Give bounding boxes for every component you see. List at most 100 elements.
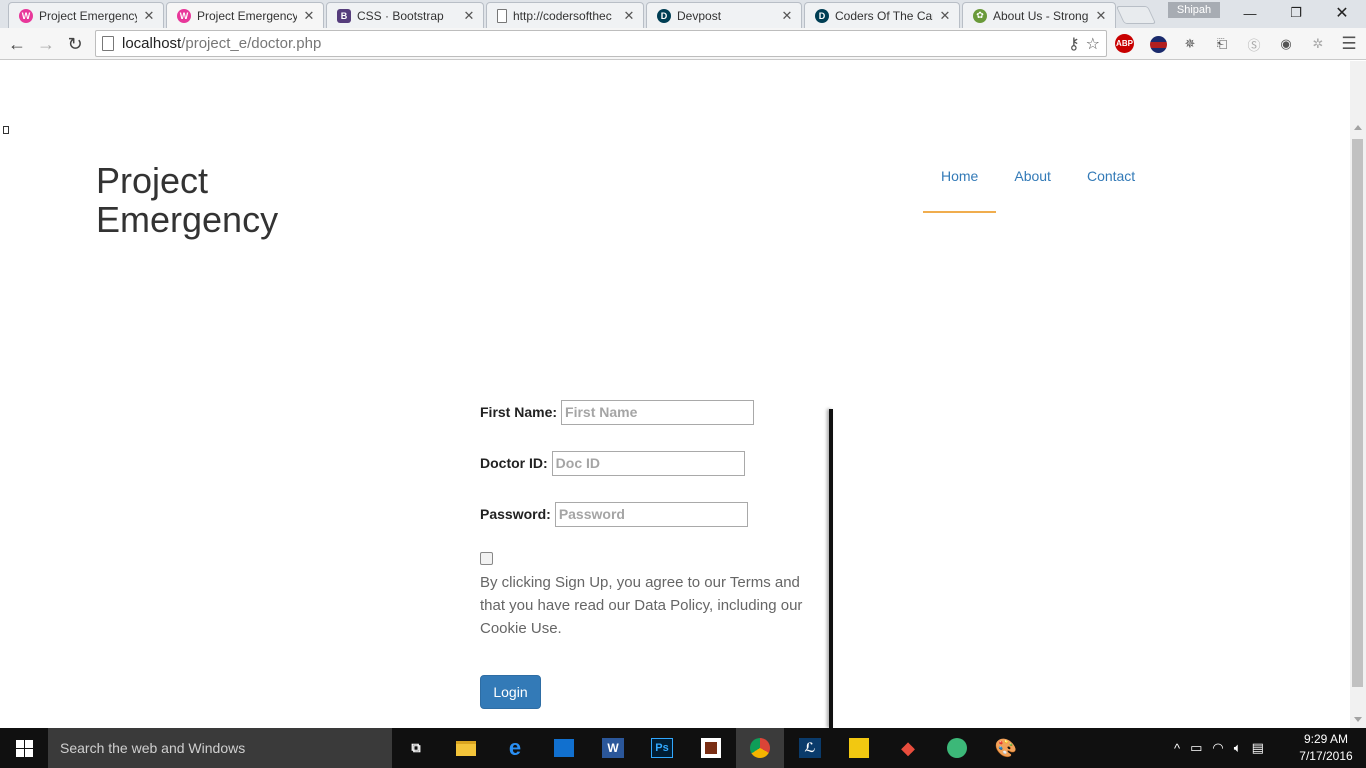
password-row: Password: bbox=[480, 501, 830, 527]
terms-text: By clicking Sign Up, you agree to our Te… bbox=[480, 574, 803, 637]
flag-extension-icon[interactable] bbox=[1147, 33, 1169, 55]
profile-badge[interactable]: Shipah bbox=[1168, 2, 1220, 18]
browser-tab[interactable]: D Coders Of The Carib ✕ bbox=[804, 2, 960, 28]
bootstrap-favicon-icon: B bbox=[337, 8, 351, 23]
password-input[interactable] bbox=[554, 501, 748, 527]
first-name-label: First Name: bbox=[480, 404, 558, 420]
edge-icon[interactable]: e bbox=[501, 734, 529, 762]
taskbar-clock[interactable]: 9:29 AM 7/17/2016 bbox=[1296, 731, 1356, 765]
browser-tab[interactable]: D Devpost ✕ bbox=[646, 2, 802, 28]
taskbar-search[interactable]: Search the web and Windows bbox=[48, 728, 392, 768]
site-brand[interactable]: Project Emergency bbox=[96, 161, 316, 239]
browser-tab[interactable]: ✿ About Us - Strong ✕ bbox=[962, 2, 1116, 28]
close-tab-icon[interactable]: ✕ bbox=[623, 8, 635, 24]
brand-line-2: Emergency bbox=[96, 199, 279, 240]
adblock-plus-icon[interactable]: ABP bbox=[1115, 34, 1134, 53]
lightbulb-extension-icon[interactable]: ⎗ bbox=[1211, 33, 1233, 55]
nav-link-contact[interactable]: Contact bbox=[1069, 161, 1153, 213]
wamp-favicon-icon: W bbox=[19, 8, 33, 23]
clock-time: 9:29 AM bbox=[1303, 732, 1349, 746]
page-scrollbar[interactable] bbox=[1350, 61, 1366, 728]
close-tab-icon[interactable]: ✕ bbox=[143, 8, 155, 24]
key-icon[interactable]: ⚷ bbox=[1068, 34, 1080, 54]
app-icon[interactable]: ℒ bbox=[796, 734, 824, 762]
notifications-icon[interactable]: ▤ bbox=[1252, 740, 1264, 756]
tab-title: CSS · Bootstrap bbox=[357, 8, 444, 23]
tab-title: http://codersofthec bbox=[513, 8, 612, 23]
tab-title: About Us - Strong bbox=[993, 8, 1089, 23]
browser-toolbar: ← → ↻ localhost/project_e/doctor.php ⚷ ☆… bbox=[0, 28, 1366, 60]
paint-app-icon[interactable]: 🎨 bbox=[992, 734, 1020, 762]
page-favicon-icon bbox=[497, 8, 507, 23]
volume-icon[interactable]: 🔈︎ bbox=[1234, 740, 1242, 756]
puzzle-extension-icon[interactable]: ✲ bbox=[1307, 33, 1329, 55]
login-button[interactable]: Login bbox=[480, 675, 541, 709]
tab-title: Devpost bbox=[677, 8, 722, 23]
forward-icon[interactable]: → bbox=[34, 32, 58, 56]
tab-title: Coders Of The Carib bbox=[835, 8, 933, 23]
missing-glyph-icon bbox=[3, 126, 9, 134]
nav-link-about[interactable]: About bbox=[996, 161, 1069, 213]
bookmark-star-icon[interactable]: ☆ bbox=[1086, 34, 1100, 54]
close-window-icon[interactable]: ✕ bbox=[1319, 0, 1365, 26]
brand-line-1: Project bbox=[96, 160, 209, 201]
lightbulb-app-icon[interactable] bbox=[845, 734, 873, 762]
photoshop-icon[interactable]: Ps bbox=[648, 734, 676, 762]
restore-icon[interactable]: ❐ bbox=[1273, 0, 1319, 26]
tab-title: Project Emergency bbox=[197, 8, 297, 23]
show-hidden-icons-icon[interactable]: ^ bbox=[1174, 741, 1180, 756]
store-icon[interactable] bbox=[550, 734, 578, 762]
minimize-icon[interactable]: — bbox=[1227, 0, 1273, 26]
skype-extension-icon[interactable]: Ⓢ bbox=[1243, 33, 1265, 55]
nav-link-home[interactable]: Home bbox=[923, 161, 997, 213]
new-tab-button[interactable] bbox=[1115, 6, 1157, 24]
wifi-icon[interactable]: ◠ bbox=[1212, 740, 1223, 756]
scroll-up-arrow-icon[interactable] bbox=[1354, 125, 1362, 130]
close-tab-icon[interactable]: ✕ bbox=[303, 8, 315, 24]
devpost-favicon-icon: D bbox=[815, 8, 829, 23]
record-extension-icon[interactable]: ◉ bbox=[1275, 33, 1297, 55]
devpost-favicon-icon: D bbox=[657, 8, 671, 23]
close-tab-icon[interactable]: ✕ bbox=[463, 8, 475, 24]
system-tray: ^ ▭ ◠ 🔈︎ ▤ bbox=[1174, 728, 1264, 768]
password-label: Password: bbox=[480, 506, 551, 522]
doctor-id-input[interactable] bbox=[551, 450, 745, 476]
battery-icon[interactable]: ▭ bbox=[1190, 740, 1202, 756]
scroll-thumb[interactable] bbox=[1352, 139, 1363, 687]
reload-icon[interactable]: ↻ bbox=[63, 32, 87, 56]
browser-tab[interactable]: W Project Emergency ✕ bbox=[8, 2, 164, 28]
back-icon[interactable]: ← bbox=[5, 32, 29, 56]
site-favicon-icon: ✿ bbox=[973, 8, 987, 23]
first-name-input[interactable] bbox=[561, 399, 755, 425]
url-host: localhost bbox=[122, 35, 182, 52]
close-tab-icon[interactable]: ✕ bbox=[939, 8, 951, 24]
browser-tab-active[interactable]: W Project Emergency ✕ bbox=[166, 2, 324, 28]
clock-date: 7/17/2016 bbox=[1299, 749, 1353, 763]
vertical-divider bbox=[829, 409, 833, 728]
scroll-down-arrow-icon[interactable] bbox=[1354, 717, 1362, 722]
browser-tab-strip: W Project Emergency ✕ W Project Emergenc… bbox=[0, 0, 1366, 28]
main-nav: Home About Contact bbox=[923, 161, 1153, 213]
doctor-id-row: Doctor ID: bbox=[480, 450, 830, 476]
browser-tab[interactable]: B CSS · Bootstrap ✕ bbox=[326, 2, 484, 28]
chrome-menu-icon[interactable]: ☰ bbox=[1338, 33, 1360, 55]
address-bar[interactable]: localhost/project_e/doctor.php ⚷ ☆ bbox=[95, 30, 1107, 57]
start-button[interactable] bbox=[0, 728, 48, 768]
file-explorer-icon[interactable] bbox=[452, 734, 480, 762]
bug-extension-icon[interactable]: ✵ bbox=[1179, 33, 1201, 55]
windows-taskbar: Search the web and Windows ⧉ e W Ps ℒ ◆ … bbox=[0, 728, 1366, 768]
green-app-icon[interactable] bbox=[943, 734, 971, 762]
git-app-icon[interactable]: ◆ bbox=[894, 734, 922, 762]
close-tab-icon[interactable]: ✕ bbox=[781, 8, 793, 24]
browser-tab[interactable]: http://codersofthec ✕ bbox=[486, 2, 644, 28]
task-view-icon[interactable]: ⧉ bbox=[402, 734, 430, 762]
close-tab-icon[interactable]: ✕ bbox=[1095, 8, 1107, 24]
windows-logo-icon bbox=[15, 739, 33, 757]
word-icon[interactable]: W bbox=[599, 734, 627, 762]
agree-checkbox[interactable] bbox=[480, 552, 493, 565]
app-icon[interactable] bbox=[697, 734, 725, 762]
chrome-taskbar-icon[interactable] bbox=[736, 728, 784, 768]
doctor-login-form: First Name: Doctor ID: Password: By clic… bbox=[480, 399, 830, 709]
doctor-id-label: Doctor ID: bbox=[480, 455, 548, 471]
page-info-icon[interactable] bbox=[102, 36, 114, 51]
